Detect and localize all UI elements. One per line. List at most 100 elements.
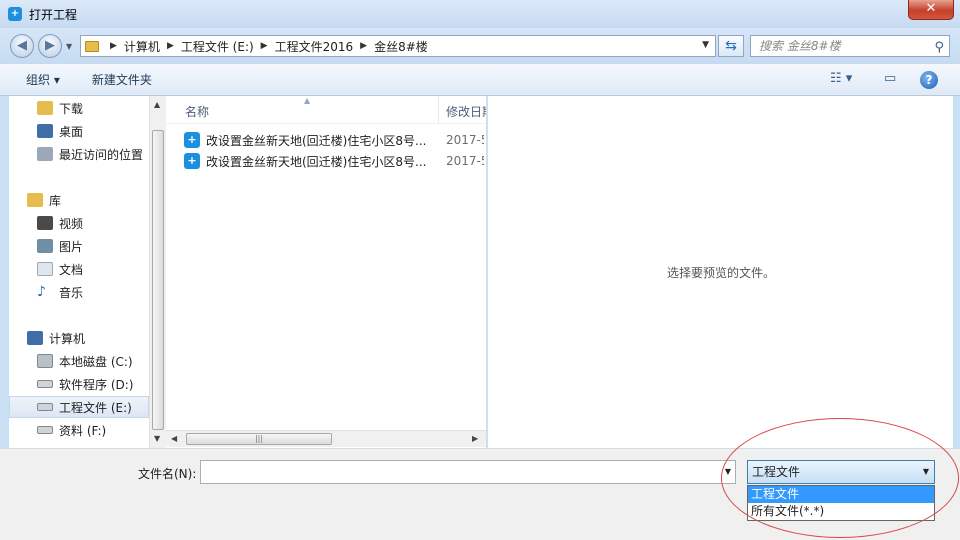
preview-pane-toggle-icon[interactable]: ▭ [884,71,896,86]
search-input[interactable]: 搜索 金丝8#楼 ⚲ [750,35,950,57]
breadcrumb-item[interactable]: 工程文件2016 [275,38,354,55]
library-icon [27,193,43,207]
nav-item-label: 工程文件 (E:) [59,400,132,415]
scroll-up-icon[interactable]: ▲ [154,100,160,109]
file-list-hscrollbar[interactable]: ◀ ||| ▶ [166,430,486,447]
scrollbar-thumb[interactable]: ||| [186,433,332,445]
scroll-left-icon[interactable]: ◀ [171,434,177,443]
chevron-down-icon[interactable]: ▼ [725,467,731,476]
file-type-dropdown-list: 工程文件 所有文件(*.*) [747,485,935,521]
title-bar: + 打开工程 ✕ [0,0,960,28]
nav-item-drive-c[interactable]: 本地磁盘 (C:) [9,350,149,372]
nav-item-downloads[interactable]: 下载 [9,97,149,119]
file-type-selected: 工程文件 [752,465,801,479]
column-header-date[interactable]: 修改日期 [446,103,486,120]
nav-item-label: 桌面 [59,124,84,139]
chevron-right-icon[interactable]: ▶ [167,41,174,51]
nav-item-pictures[interactable]: 图片 [9,235,149,257]
nav-scrollbar[interactable]: ▲ ▼ [149,96,166,448]
nav-item-label: 资料 (F:) [59,423,107,438]
file-name-bar: 文件名(N): ▼ 工程文件 ▼ 工程文件 所有文件(*.*) [0,448,960,540]
breadcrumb-item[interactable]: 金丝8#楼 [374,38,428,55]
column-divider[interactable] [438,96,439,124]
refresh-button[interactable]: ⇆ [718,35,744,57]
project-file-icon: + [184,132,200,148]
back-button[interactable]: ◀ [10,34,34,58]
window-title: 打开工程 [29,7,78,22]
nav-item-documents[interactable]: 文档 [9,258,149,280]
scrollbar-thumb[interactable] [152,130,164,430]
forward-button[interactable]: ▶ [38,34,62,58]
desktop-icon [37,124,53,138]
nav-item-label: 计算机 [49,331,86,346]
recent-places-icon [37,147,53,161]
organize-button[interactable]: 组织 ▾ [26,71,60,88]
file-type-option[interactable]: 工程文件 [748,486,934,503]
nav-item-label: 视频 [59,216,84,231]
nav-item-label: 文档 [59,262,84,277]
help-icon[interactable]: ? [920,71,938,89]
pictures-icon [37,239,53,253]
nav-item-label: 下载 [59,101,84,116]
address-bar-row: ◀ ▶ ▼ ▶ 计算机 ▶ 工程文件 (E:) ▶ 工程文件2016 ▶ 金丝8… [0,28,960,64]
video-icon [37,216,53,230]
file-name: 改设置金丝新天地(回迁楼)住宅小区8号... [206,133,427,148]
recent-pages-dropdown-icon[interactable]: ▼ [66,42,72,51]
computer-icon [27,331,43,345]
column-header-name[interactable]: 名称 [185,103,209,120]
nav-item-libraries[interactable]: 库 [9,189,149,211]
chevron-right-icon[interactable]: ▶ [261,41,268,51]
breadcrumb-item[interactable]: 计算机 [124,38,160,55]
documents-icon [37,262,53,276]
nav-item-drive-f[interactable]: 资料 (F:) [9,419,149,441]
file-name: 改设置金丝新天地(回迁楼)住宅小区8号... [206,154,427,169]
nav-item-computer[interactable]: 计算机 [9,327,149,349]
scroll-down-icon[interactable]: ▼ [154,434,160,443]
view-options-icon[interactable]: ☷ ▾ [830,71,852,86]
download-folder-icon [37,101,53,115]
breadcrumb-item[interactable]: 工程文件 (E:) [181,38,254,55]
chevron-down-icon[interactable]: ▼ [923,461,929,483]
nav-item-label: 最近访问的位置 [59,147,144,162]
scroll-right-icon[interactable]: ▶ [472,434,478,443]
drive-icon [37,426,53,434]
nav-item-recent[interactable]: 最近访问的位置 [9,143,149,165]
app-logo-icon: + [8,7,22,21]
preview-pane: 选择要预览的文件。 [487,96,953,448]
address-dropdown-icon[interactable]: ▼ [702,40,709,50]
file-date: 2017-5 [446,154,484,168]
nav-item-desktop[interactable]: 桌面 [9,120,149,142]
music-icon: ♪ [37,284,46,300]
search-placeholder: 搜索 金丝8#楼 [759,39,841,53]
nav-item-drive-d[interactable]: 软件程序 (D:) [9,373,149,395]
file-list: ▲ 名称 修改日期 + 改设置金丝新天地(回迁楼)住宅小区8号... 2017-… [166,96,486,448]
command-toolbar: 组织 ▾ 新建文件夹 ☷ ▾ ▭ ? [0,64,960,96]
nav-item-drive-e[interactable]: 工程文件 (E:) [9,396,149,418]
sort-ascending-icon: ▲ [304,96,311,105]
nav-item-label: 音乐 [59,285,84,300]
search-icon[interactable]: ⚲ [934,38,944,58]
project-file-icon: + [184,153,200,169]
drive-icon [37,403,53,411]
file-type-option[interactable]: 所有文件(*.*) [748,503,934,520]
new-folder-button[interactable]: 新建文件夹 [92,71,152,88]
nav-item-label: 库 [49,193,62,208]
nav-item-label: 软件程序 (D:) [59,377,134,392]
drive-icon [37,380,53,388]
system-drive-icon [37,354,53,368]
filename-input[interactable]: ▼ [200,460,736,484]
list-item[interactable]: + 改设置金丝新天地(回迁楼)住宅小区8号... 2017-5 [184,151,484,171]
chevron-right-icon[interactable]: ▶ [360,41,367,51]
file-type-select[interactable]: 工程文件 ▼ [747,460,935,484]
nav-item-music[interactable]: ♪ 音乐 [9,281,149,303]
nav-item-label: 图片 [59,239,84,254]
close-button[interactable]: ✕ [908,0,954,20]
filename-label: 文件名(N): [138,467,197,481]
breadcrumb[interactable]: ▶ 计算机 ▶ 工程文件 (E:) ▶ 工程文件2016 ▶ 金丝8#楼 ▼ [80,35,716,57]
navigation-pane: 下载 桌面 最近访问的位置 库 视频 图片 文档 ♪ 音乐 计算机 本地磁盘 (… [9,96,149,448]
preview-message: 选择要预览的文件。 [666,266,775,280]
list-item[interactable]: + 改设置金丝新天地(回迁楼)住宅小区8号... 2017-5 [184,130,484,150]
nav-item-label: 本地磁盘 (C:) [59,354,133,369]
nav-item-videos[interactable]: 视频 [9,212,149,234]
chevron-right-icon[interactable]: ▶ [110,41,117,51]
